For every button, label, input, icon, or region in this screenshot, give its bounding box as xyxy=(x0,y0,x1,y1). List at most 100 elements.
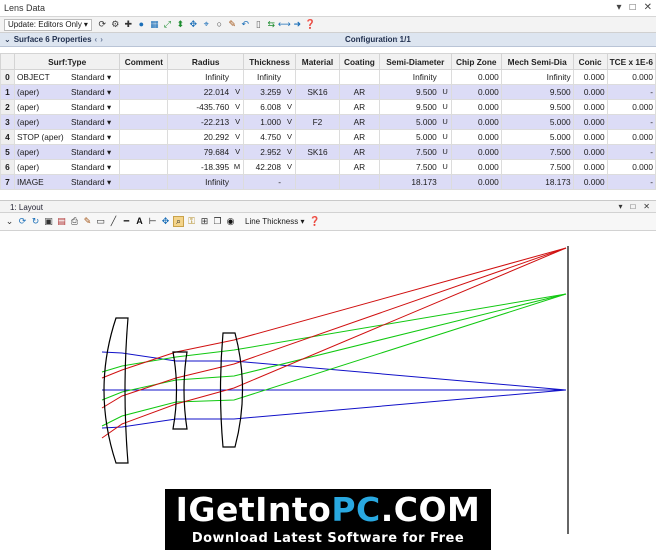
material-cell[interactable] xyxy=(295,99,340,115)
next-surface-icon[interactable]: › xyxy=(100,35,103,44)
lock-icon[interactable]: ⚿ xyxy=(186,216,197,227)
update-dropdown[interactable]: Update: Editors Only ▾ xyxy=(4,18,92,31)
surf-type-dropdown[interactable]: Standard ▾ xyxy=(71,72,111,82)
layout-close-icon[interactable]: ✕ xyxy=(643,202,650,211)
text-icon[interactable]: A xyxy=(134,216,145,227)
table-row[interactable]: 4 STOP (aper) Standard ▾ 20.292 V 4.750 V AR 5.0… xyxy=(0,129,656,145)
solve-flag[interactable]: V xyxy=(235,102,240,111)
chip-zone-cell[interactable]: 0.000 xyxy=(450,84,502,100)
mech-semi-dia-cell[interactable]: 7.500 xyxy=(500,159,574,175)
window-maximize-icon[interactable]: □ xyxy=(630,2,636,13)
surf-type-cell[interactable]: IMAGE Standard ▾ xyxy=(13,174,121,190)
reload-icon[interactable]: ↻ xyxy=(30,216,41,227)
prev-surface-icon[interactable]: ‹ xyxy=(95,35,98,44)
coating-cell[interactable]: AR xyxy=(338,129,380,145)
header-material[interactable]: Material xyxy=(295,53,340,70)
refresh-icon[interactable]: ⟳ xyxy=(97,19,108,30)
surf-type-cell[interactable]: (aper) Standard ▾ xyxy=(13,114,121,130)
copy-icon[interactable]: ❐ xyxy=(212,216,223,227)
right-arrow-icon[interactable]: ⟷ xyxy=(278,19,291,30)
header-comment[interactable]: Comment xyxy=(119,53,169,70)
solve-flag[interactable]: V xyxy=(235,117,240,126)
header-radius[interactable]: Radius xyxy=(167,53,245,70)
conic-cell[interactable]: 0.000 xyxy=(572,129,608,145)
solve-flag[interactable]: U xyxy=(442,87,447,96)
scale-icon[interactable]: ⤢ xyxy=(162,19,173,30)
tce-cell[interactable]: 0.000 xyxy=(606,159,656,175)
thickness-cell[interactable]: Infinity xyxy=(243,69,296,85)
target-icon[interactable]: ◉ xyxy=(225,216,236,227)
header-mech-semi-dia[interactable]: Mech Semi-Dia xyxy=(500,53,574,70)
semi-diameter-cell[interactable]: 5.000 U xyxy=(378,114,452,130)
double-arrow-icon[interactable]: ⇆ xyxy=(266,19,277,30)
comment-cell[interactable] xyxy=(119,69,169,85)
solve-flag[interactable]: U xyxy=(442,102,447,111)
solve-flag[interactable]: U xyxy=(442,132,447,141)
solve-flag[interactable]: U xyxy=(442,147,447,156)
help-icon[interactable]: ❓ xyxy=(309,216,320,227)
surf-type-dropdown[interactable]: Standard ▾ xyxy=(71,177,111,187)
solve-flag[interactable]: U xyxy=(442,117,447,126)
circle-icon[interactable]: ⌖ xyxy=(201,19,212,30)
table-row[interactable]: 3 (aper) Standard ▾ -22.213 V 1.000 V F2 AR 5.000… xyxy=(0,114,656,130)
mech-semi-dia-cell[interactable]: 5.000 xyxy=(500,129,574,145)
solve-flag[interactable]: V xyxy=(287,132,292,141)
layout-maximize-icon[interactable]: □ xyxy=(630,202,635,211)
export-icon[interactable]: ▤ xyxy=(56,216,67,227)
radius-cell[interactable]: 79.684 V xyxy=(167,144,245,160)
fit-icon[interactable]: ⊞ xyxy=(199,216,210,227)
help-icon[interactable]: ❓ xyxy=(305,19,316,30)
rectangle-icon[interactable]: ▭ xyxy=(95,216,106,227)
material-cell[interactable]: SK16 xyxy=(295,84,340,100)
radius-cell[interactable]: 22.014 V xyxy=(167,84,245,100)
solve-flag[interactable]: M xyxy=(234,162,240,171)
conic-cell[interactable]: 0.000 xyxy=(572,84,608,100)
table-row[interactable]: 6 (aper) Standard ▾ -18.395 M 42.208 V AR 7.500 U… xyxy=(0,159,656,175)
comment-cell[interactable] xyxy=(119,114,169,130)
save-icon[interactable]: ▣ xyxy=(43,216,54,227)
pan-icon[interactable]: ✥ xyxy=(160,216,171,227)
line-icon[interactable]: ╱ xyxy=(108,216,119,227)
material-cell[interactable] xyxy=(295,174,340,190)
surface-properties-toggle[interactable]: ⌄ Surface 6 Properties ‹ › xyxy=(4,35,103,44)
coating-cell[interactable]: AR xyxy=(338,99,380,115)
globe-icon[interactable]: ● xyxy=(136,19,147,30)
semi-diameter-cell[interactable]: 7.500 U xyxy=(378,159,452,175)
surf-type-cell[interactable]: (aper) Standard ▾ xyxy=(13,84,121,100)
comment-cell[interactable] xyxy=(119,159,169,175)
move-icon[interactable]: ✥ xyxy=(188,19,199,30)
tce-cell[interactable]: 0.000 xyxy=(606,69,656,85)
sync-icon[interactable]: ▯ xyxy=(253,19,264,30)
surf-type-dropdown[interactable]: Standard ▾ xyxy=(71,147,111,157)
next-config-icon[interactable]: › xyxy=(400,34,403,44)
thickness-cell[interactable]: 4.750 V xyxy=(243,129,296,145)
table-row[interactable]: 1 (aper) Standard ▾ 22.014 V 3.259 V SK16 AR 9.50… xyxy=(0,84,656,100)
thickness-cell[interactable]: 3.259 V xyxy=(243,84,296,100)
surf-type-dropdown[interactable]: Standard ▾ xyxy=(71,102,111,112)
zoom-icon[interactable]: ⌕ xyxy=(173,216,184,227)
table-row[interactable]: 7 IMAGE Standard ▾ Infinity -18.173 0.000 18.1… xyxy=(0,174,656,190)
tce-cell[interactable]: - xyxy=(606,144,656,160)
layout-menu-icon[interactable]: ▾ xyxy=(618,202,622,211)
coating-cell[interactable]: AR xyxy=(338,84,380,100)
hline-icon[interactable]: ━ xyxy=(121,216,132,227)
chip-zone-cell[interactable]: 0.000 xyxy=(450,174,502,190)
page-icon[interactable]: ↶ xyxy=(240,19,251,30)
solve-flag[interactable]: V xyxy=(287,87,292,96)
add-icon[interactable]: ✚ xyxy=(123,19,134,30)
solve-flag[interactable]: V xyxy=(287,162,292,171)
conic-cell[interactable]: 0.000 xyxy=(572,69,608,85)
tce-cell[interactable]: 0.000 xyxy=(606,99,656,115)
tce-cell[interactable]: - xyxy=(606,174,656,190)
surf-type-cell[interactable]: OBJECT Standard ▾ xyxy=(13,69,121,85)
surf-type-cell[interactable]: STOP (aper) Standard ▾ xyxy=(13,129,121,145)
material-cell[interactable] xyxy=(295,129,340,145)
dimension-icon[interactable]: ⊢ xyxy=(147,216,158,227)
radius-cell[interactable]: -435.760 V xyxy=(167,99,245,115)
settings-icon[interactable]: ⚙ xyxy=(110,19,121,30)
conic-cell[interactable]: 0.000 xyxy=(572,174,608,190)
solve-flag[interactable]: V xyxy=(287,147,292,156)
pencil-icon[interactable]: ✎ xyxy=(82,216,93,227)
coating-cell[interactable]: AR xyxy=(338,159,380,175)
window-menu-icon[interactable]: ▾ xyxy=(617,2,622,13)
